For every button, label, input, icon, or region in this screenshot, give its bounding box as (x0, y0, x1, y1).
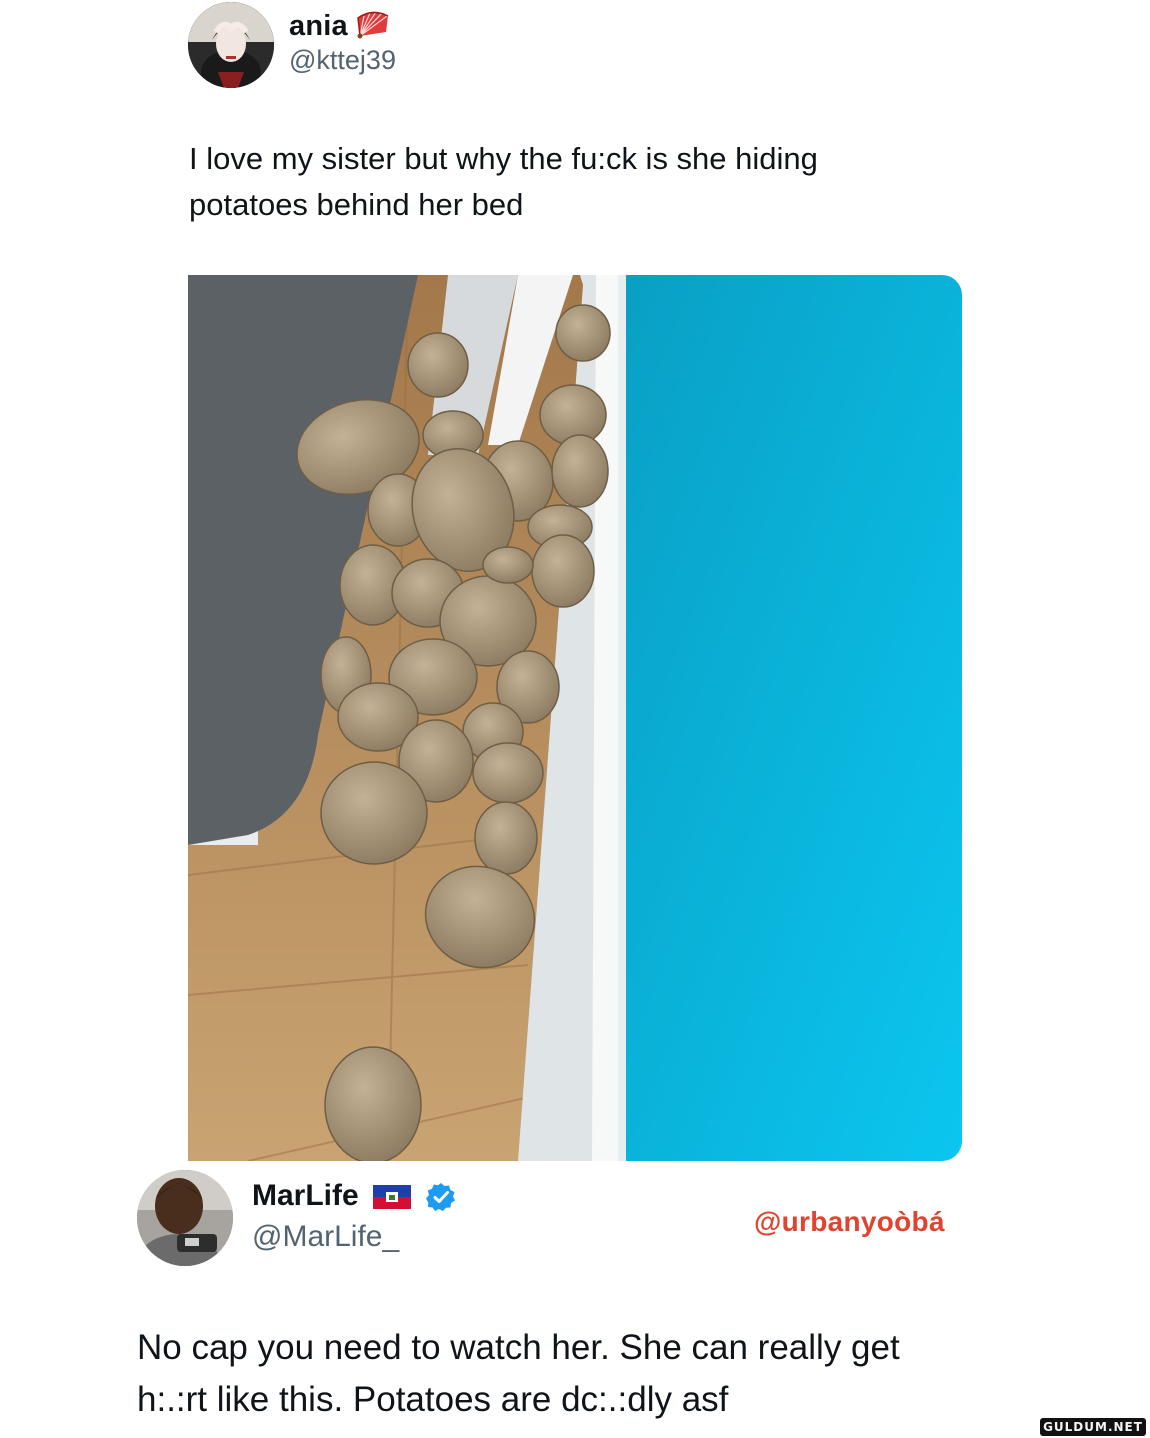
tweet-text-line: I love my sister but why the fu:ck is sh… (189, 141, 818, 176)
avatar[interactable] (137, 1170, 233, 1266)
user-handle[interactable]: @kttej39 (289, 45, 396, 76)
tweet-photo[interactable] (188, 275, 962, 1161)
haiti-flag-icon (373, 1185, 411, 1209)
verified-badge-icon (426, 1182, 456, 1212)
site-watermark-text: GULDUM.NET (1043, 1420, 1143, 1434)
tweet-text-line: No cap you need to watch her. She can re… (137, 1328, 900, 1367)
watermark-handle: @urbanyoòbá (754, 1206, 945, 1237)
site-watermark: GULDUM.NET (1040, 1418, 1146, 1436)
folding-fan-icon (356, 10, 390, 40)
display-name[interactable]: ania (289, 10, 348, 43)
tweet-text-line: h:.:rt like this. Potatoes are dc:.:dly … (137, 1380, 729, 1419)
user-handle[interactable]: @MarLife_ (252, 1220, 399, 1254)
tweet-text: I love my sister but why the fu:ck is sh… (189, 136, 909, 228)
avatar[interactable] (188, 2, 274, 88)
tweet-text: No cap you need to watch her. She can re… (137, 1322, 1037, 1426)
display-name[interactable]: MarLife (252, 1179, 359, 1213)
tweet-text-line: potatoes behind her bed (189, 187, 524, 222)
